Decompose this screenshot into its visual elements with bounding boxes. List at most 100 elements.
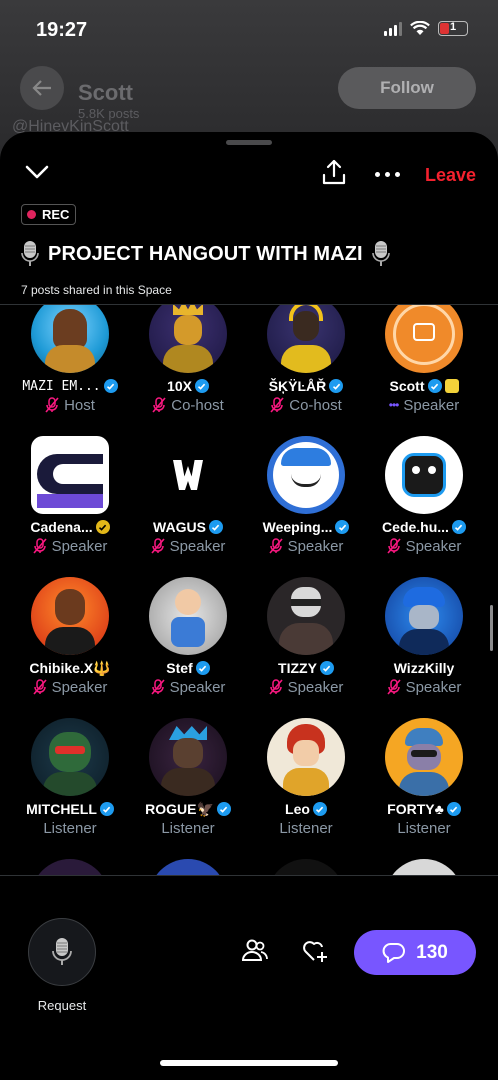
- participant-card[interactable]: Cede.hu... Speaker: [365, 436, 483, 555]
- avatar: [149, 577, 227, 655]
- participant-card[interactable]: Stef Speaker: [129, 577, 247, 696]
- status-bar: 19:27 1: [0, 0, 498, 60]
- participant-role: Speaker: [287, 537, 344, 555]
- avatar: [149, 436, 227, 514]
- participant-card[interactable]: Chibike.X🔱 Speaker: [11, 577, 129, 696]
- heart-plus-icon[interactable]: [302, 938, 330, 964]
- muted-mic-icon: [152, 397, 166, 413]
- avatar: [31, 718, 109, 796]
- avatar: [267, 859, 345, 875]
- scrollbar[interactable]: [490, 605, 493, 651]
- verified-badge-icon: [335, 520, 350, 534]
- muted-mic-icon: [268, 538, 283, 554]
- comments-button[interactable]: 130: [354, 930, 476, 975]
- participant-card[interactable]: MAZI EM... Host: [11, 305, 129, 414]
- participant-name: WizzKilly: [393, 660, 455, 676]
- participant-card[interactable]: WizzKilly Speaker: [365, 577, 483, 696]
- participant-name: ŠĶŸĿÅŘ: [268, 378, 327, 394]
- divider: [0, 875, 498, 876]
- sheet-grabber[interactable]: [226, 140, 272, 145]
- avatar: [31, 305, 109, 373]
- participant-card[interactable]: Scott ••• Speaker: [365, 305, 483, 414]
- signal-icon: [384, 21, 402, 36]
- participant-card[interactable]: Leo Listener: [247, 718, 365, 837]
- avatar: [385, 577, 463, 655]
- participant-role: Speaker: [405, 678, 462, 696]
- microphone-icon: [52, 938, 72, 965]
- more-options-icon[interactable]: [375, 172, 400, 177]
- posts-shared-link[interactable]: 7 posts shared in this Space: [21, 283, 172, 297]
- status-icons: 1: [384, 21, 468, 36]
- follow-button[interactable]: Follow: [338, 67, 476, 109]
- muted-mic-icon: [386, 538, 401, 554]
- space-title-row: PROJECT HANGOUT WITH MAZI: [20, 240, 391, 268]
- battery-level: 1: [449, 21, 457, 33]
- back-button[interactable]: [20, 66, 64, 110]
- participant-card[interactable]: MITCHELL Listener: [11, 718, 129, 837]
- participant-card[interactable]: WAGUS Speaker: [129, 436, 247, 555]
- avatar: [267, 577, 345, 655]
- participant-card[interactable]: ŠĶŸĿÅŘ Co-host: [247, 305, 365, 414]
- avatar: [149, 718, 227, 796]
- avatar: [385, 436, 463, 514]
- verified-badge-icon: [427, 379, 442, 393]
- verified-badge-icon: [329, 379, 344, 393]
- verified-badge-icon: [103, 379, 118, 393]
- avatar: [267, 305, 345, 373]
- muted-mic-icon: [150, 538, 165, 554]
- space-sheet: Leave REC PROJECT HANGOUT WITH MAZI 7 po…: [0, 132, 498, 1080]
- verified-badge-icon: [194, 379, 209, 393]
- muted-mic-icon: [45, 397, 59, 413]
- verified-badge-icon: [446, 802, 461, 816]
- participant-name: MITCHELL: [26, 801, 97, 817]
- participant-role: Host: [64, 396, 95, 414]
- participant-role: Speaker: [169, 537, 226, 555]
- verified-badge-icon: [451, 520, 466, 534]
- verified-badge-icon: [195, 661, 210, 675]
- avatar: [31, 577, 109, 655]
- home-indicator[interactable]: [160, 1060, 338, 1066]
- participant-name: Leo: [285, 801, 310, 817]
- muted-mic-icon: [32, 679, 47, 695]
- participant-role: Speaker: [51, 537, 108, 555]
- comment-count: 130: [416, 941, 448, 963]
- avatar: [149, 305, 227, 373]
- arrow-left-icon: [32, 80, 51, 96]
- chevron-down-icon[interactable]: [24, 164, 50, 180]
- verified-badge-icon: [312, 802, 327, 816]
- leave-button[interactable]: Leave: [425, 165, 476, 186]
- participant-name: ROGUE🦅: [145, 800, 214, 817]
- participant-role: Speaker: [51, 678, 108, 696]
- participant-role: Listener: [43, 819, 97, 837]
- people-icon[interactable]: [241, 938, 269, 964]
- avatar: [267, 718, 345, 796]
- request-button[interactable]: [28, 918, 96, 986]
- avatar: [31, 859, 109, 875]
- participant-card[interactable]: FORTY♣ Listener: [365, 718, 483, 837]
- participant-name: MAZI EM...: [22, 378, 101, 394]
- participant-name: Chibike.X🔱: [29, 659, 111, 676]
- verified-badge-icon: [99, 802, 114, 816]
- speaking-dots-icon: •••: [388, 398, 400, 412]
- participant-card[interactable]: Weeping... Speaker: [247, 436, 365, 555]
- participant-name: FORTY♣: [387, 801, 444, 817]
- avatar: [385, 305, 463, 373]
- muted-mic-icon: [270, 397, 284, 413]
- avatar: [385, 718, 463, 796]
- participant-card[interactable]: 10X Co-host: [129, 305, 247, 414]
- participant-name: Stef: [166, 660, 193, 676]
- muted-mic-icon: [268, 679, 283, 695]
- participant-card[interactable]: TIZZY Speaker: [247, 577, 365, 696]
- request-label: Request: [37, 998, 87, 1013]
- participant-role: Speaker: [403, 396, 460, 414]
- wifi-icon: [410, 21, 430, 35]
- participant-role: Speaker: [169, 678, 226, 696]
- share-icon[interactable]: [320, 158, 348, 186]
- verified-gold-badge-icon: [95, 520, 110, 534]
- participant-name: Scott: [389, 378, 425, 394]
- participant-card[interactable]: Cadena... Speaker: [11, 436, 129, 555]
- participant-role: Co-host: [289, 396, 342, 414]
- avatar: [267, 436, 345, 514]
- participant-card[interactable]: ROGUE🦅 Listener: [129, 718, 247, 837]
- recording-label: REC: [42, 207, 70, 222]
